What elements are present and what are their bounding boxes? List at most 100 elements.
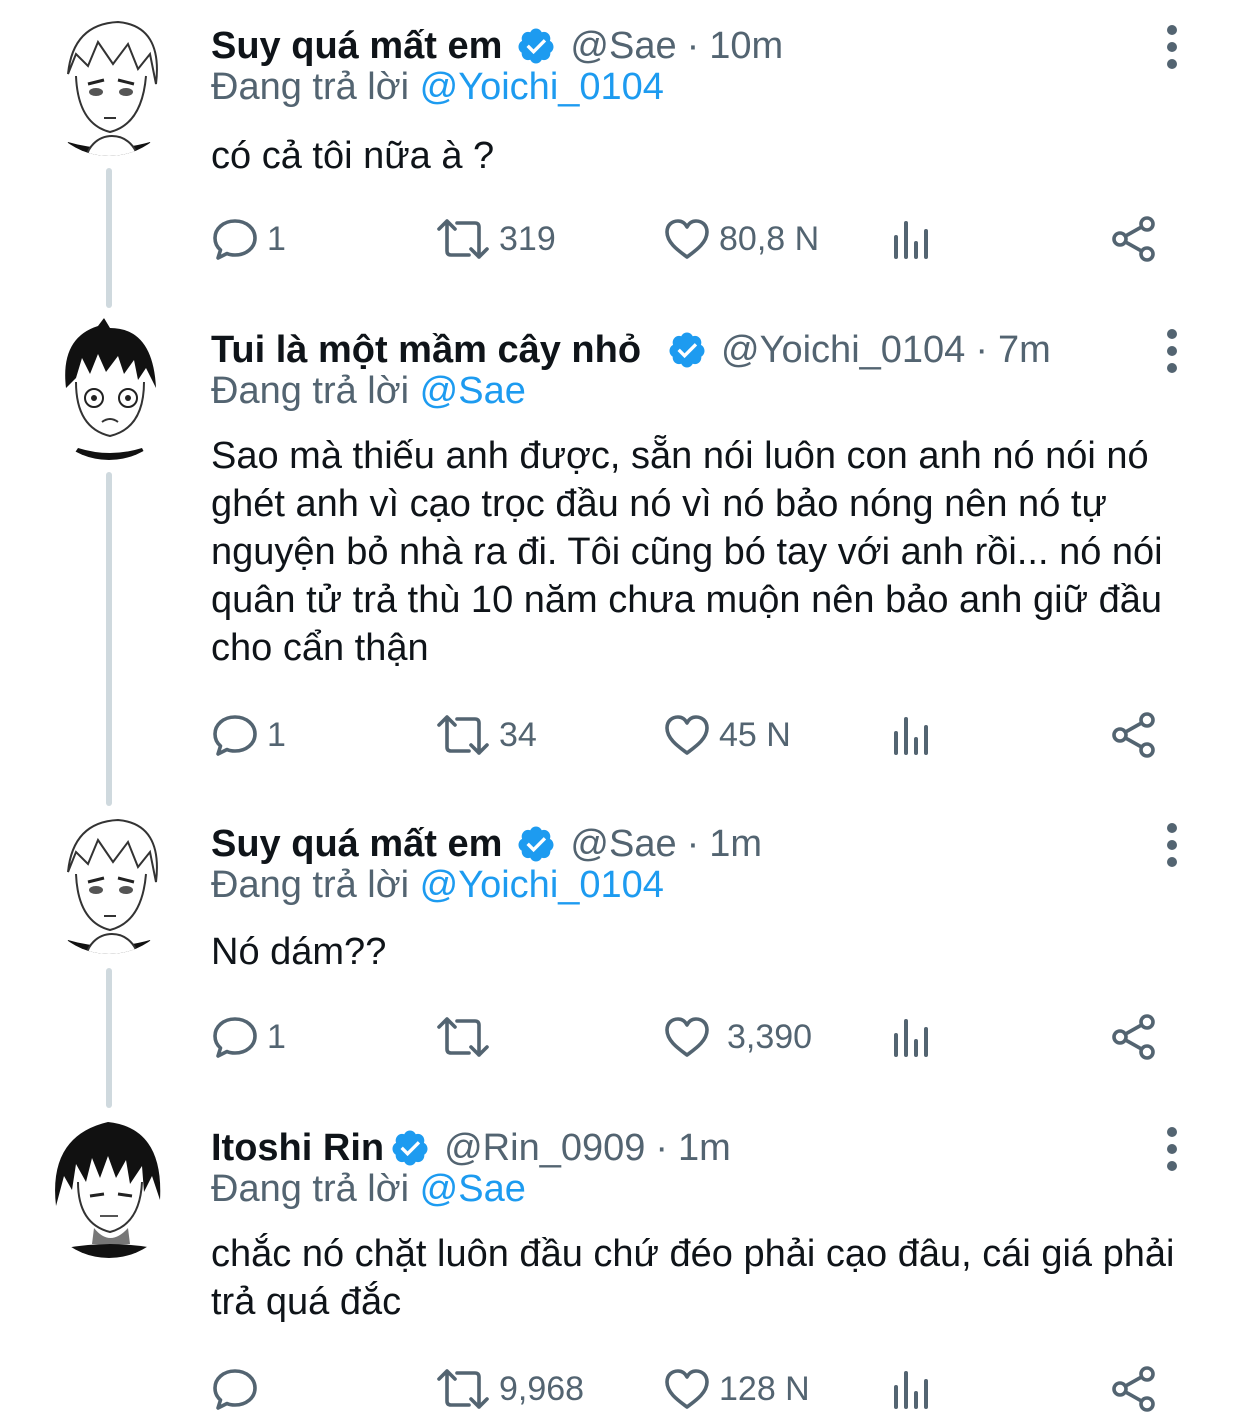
display-name[interactable]: Tui là một mầm cây nhỏ <box>211 329 641 372</box>
avatar[interactable] <box>38 1116 180 1258</box>
tweet[interactable]: Itoshi Rin @Rin_0909 · 1m Đang trả lời @… <box>0 1116 1234 1416</box>
verified-badge-icon <box>669 332 705 368</box>
handle[interactable]: @Rin_0909 <box>444 1127 645 1170</box>
reply-icon <box>213 219 257 260</box>
tweet[interactable]: Suy quá mất em @Sae · 10m Đang trả lời @… <box>0 14 1234 304</box>
views-button[interactable] <box>891 1012 931 1062</box>
display-name[interactable]: Suy quá mất em <box>211 823 502 866</box>
reply-count: 1 <box>267 219 286 258</box>
like-count: 45 N <box>719 715 791 754</box>
timestamp[interactable]: 10m <box>709 25 783 68</box>
reply-button[interactable] <box>211 1364 267 1414</box>
share-icon <box>1112 216 1155 262</box>
tweet[interactable]: Tui là một mầm cây nhỏ @Yoichi_0104 · 7m… <box>0 318 1234 798</box>
reply-button[interactable]: 1 <box>211 214 286 264</box>
separator: · <box>975 328 988 371</box>
more-icon[interactable] <box>1160 24 1184 70</box>
replying-to: Đang trả lời @Yoichi_0104 <box>211 864 664 907</box>
like-button[interactable]: 45 N <box>663 710 791 760</box>
retweet-count: 34 <box>499 715 537 754</box>
replying-to: Đang trả lời @Yoichi_0104 <box>211 66 664 109</box>
separator: · <box>686 822 700 865</box>
heart-icon <box>665 219 709 259</box>
display-name[interactable]: Itoshi Rin <box>211 1127 384 1170</box>
display-name[interactable]: Suy quá mất em <box>211 25 502 68</box>
replying-to-label: Đang trả lời <box>211 1168 420 1210</box>
share-button[interactable] <box>1111 1012 1157 1062</box>
tweet-text: Nó dám?? <box>211 931 387 973</box>
share-button[interactable] <box>1111 710 1157 760</box>
timestamp[interactable]: 1m <box>678 1127 731 1170</box>
views-button[interactable] <box>891 710 931 760</box>
mention-link[interactable]: @Sae <box>420 370 526 412</box>
retweet-button[interactable]: 319 <box>435 214 556 264</box>
tweet-text: Sao mà thiếu anh được, sẵn nói luôn con … <box>211 435 1163 669</box>
retweet-icon <box>437 1017 489 1057</box>
retweet-button[interactable]: 34 <box>435 710 537 760</box>
replying-to: Đang trả lời @Sae <box>211 1168 526 1211</box>
reply-button[interactable]: 1 <box>211 1012 286 1062</box>
handle[interactable]: @Yoichi_0104 <box>721 329 965 372</box>
share-icon <box>1112 1366 1155 1412</box>
retweet-icon <box>437 715 489 755</box>
tweet[interactable]: Suy quá mất em @Sae · 1m Đang trả lời @Y… <box>0 812 1234 1102</box>
like-count: 3,390 <box>727 1017 813 1056</box>
views-button[interactable] <box>891 214 931 264</box>
analytics-icon <box>894 1371 928 1409</box>
like-button[interactable]: 3,390 <box>663 1012 812 1062</box>
more-icon[interactable] <box>1160 328 1184 374</box>
retweet-button[interactable]: 9,968 <box>435 1364 584 1414</box>
tweet-text: có cả tôi nữa à ? <box>211 135 495 177</box>
avatar[interactable] <box>38 14 180 156</box>
replying-to: Đang trả lời @Sae <box>211 370 526 413</box>
verified-badge-icon <box>518 28 554 64</box>
verified-badge-icon <box>392 1130 428 1166</box>
analytics-icon <box>894 717 928 755</box>
mention-link[interactable]: @Yoichi_0104 <box>420 66 664 108</box>
replying-to-label: Đang trả lời <box>211 864 420 906</box>
mention-link[interactable]: @Yoichi_0104 <box>420 864 664 906</box>
analytics-icon <box>894 1019 928 1057</box>
heart-icon <box>665 1017 709 1057</box>
like-count: 128 N <box>719 1369 810 1408</box>
mention-link[interactable]: @Sae <box>420 1168 526 1210</box>
retweet-button[interactable] <box>435 1012 499 1062</box>
action-bar: 1 319 80,8 N <box>211 214 1171 264</box>
handle[interactable]: @Sae <box>570 25 676 68</box>
reply-count: 1 <box>267 715 286 754</box>
retweet-count: 9,968 <box>499 1369 585 1408</box>
share-icon <box>1112 712 1155 758</box>
handle[interactable]: @Sae <box>570 823 676 866</box>
avatar[interactable] <box>38 318 180 460</box>
tweet-text: chắc nó chặt luôn đầu chứ đéo phải cạo đ… <box>211 1233 1175 1323</box>
separator: · <box>655 1126 669 1169</box>
retweet-icon <box>437 219 489 259</box>
heart-icon <box>665 715 709 755</box>
retweet-count: 319 <box>499 219 556 258</box>
timestamp[interactable]: 7m <box>998 329 1051 372</box>
like-count: 80,8 N <box>719 219 820 258</box>
like-button[interactable]: 80,8 N <box>663 214 819 264</box>
share-button[interactable] <box>1111 214 1157 264</box>
avatar[interactable] <box>38 812 180 954</box>
analytics-icon <box>894 221 928 259</box>
action-bar: 1 3,390 <box>211 1012 1171 1062</box>
heart-icon <box>665 1369 709 1409</box>
more-icon[interactable] <box>1160 822 1184 868</box>
separator: · <box>686 24 700 67</box>
more-icon[interactable] <box>1160 1126 1184 1172</box>
action-bar: 1 34 45 N <box>211 710 1171 760</box>
share-icon <box>1112 1014 1155 1060</box>
verified-badge-icon <box>518 826 554 862</box>
share-button[interactable] <box>1111 1364 1157 1414</box>
reply-count: 1 <box>267 1017 286 1056</box>
reply-icon <box>213 715 257 756</box>
timestamp[interactable]: 1m <box>709 823 762 866</box>
views-button[interactable] <box>891 1364 931 1414</box>
reply-icon <box>213 1017 257 1058</box>
reply-button[interactable]: 1 <box>211 710 286 760</box>
action-bar: 9,968 128 N <box>211 1364 1171 1414</box>
like-button[interactable]: 128 N <box>663 1364 810 1414</box>
reply-icon <box>213 1369 257 1410</box>
retweet-icon <box>437 1369 489 1409</box>
